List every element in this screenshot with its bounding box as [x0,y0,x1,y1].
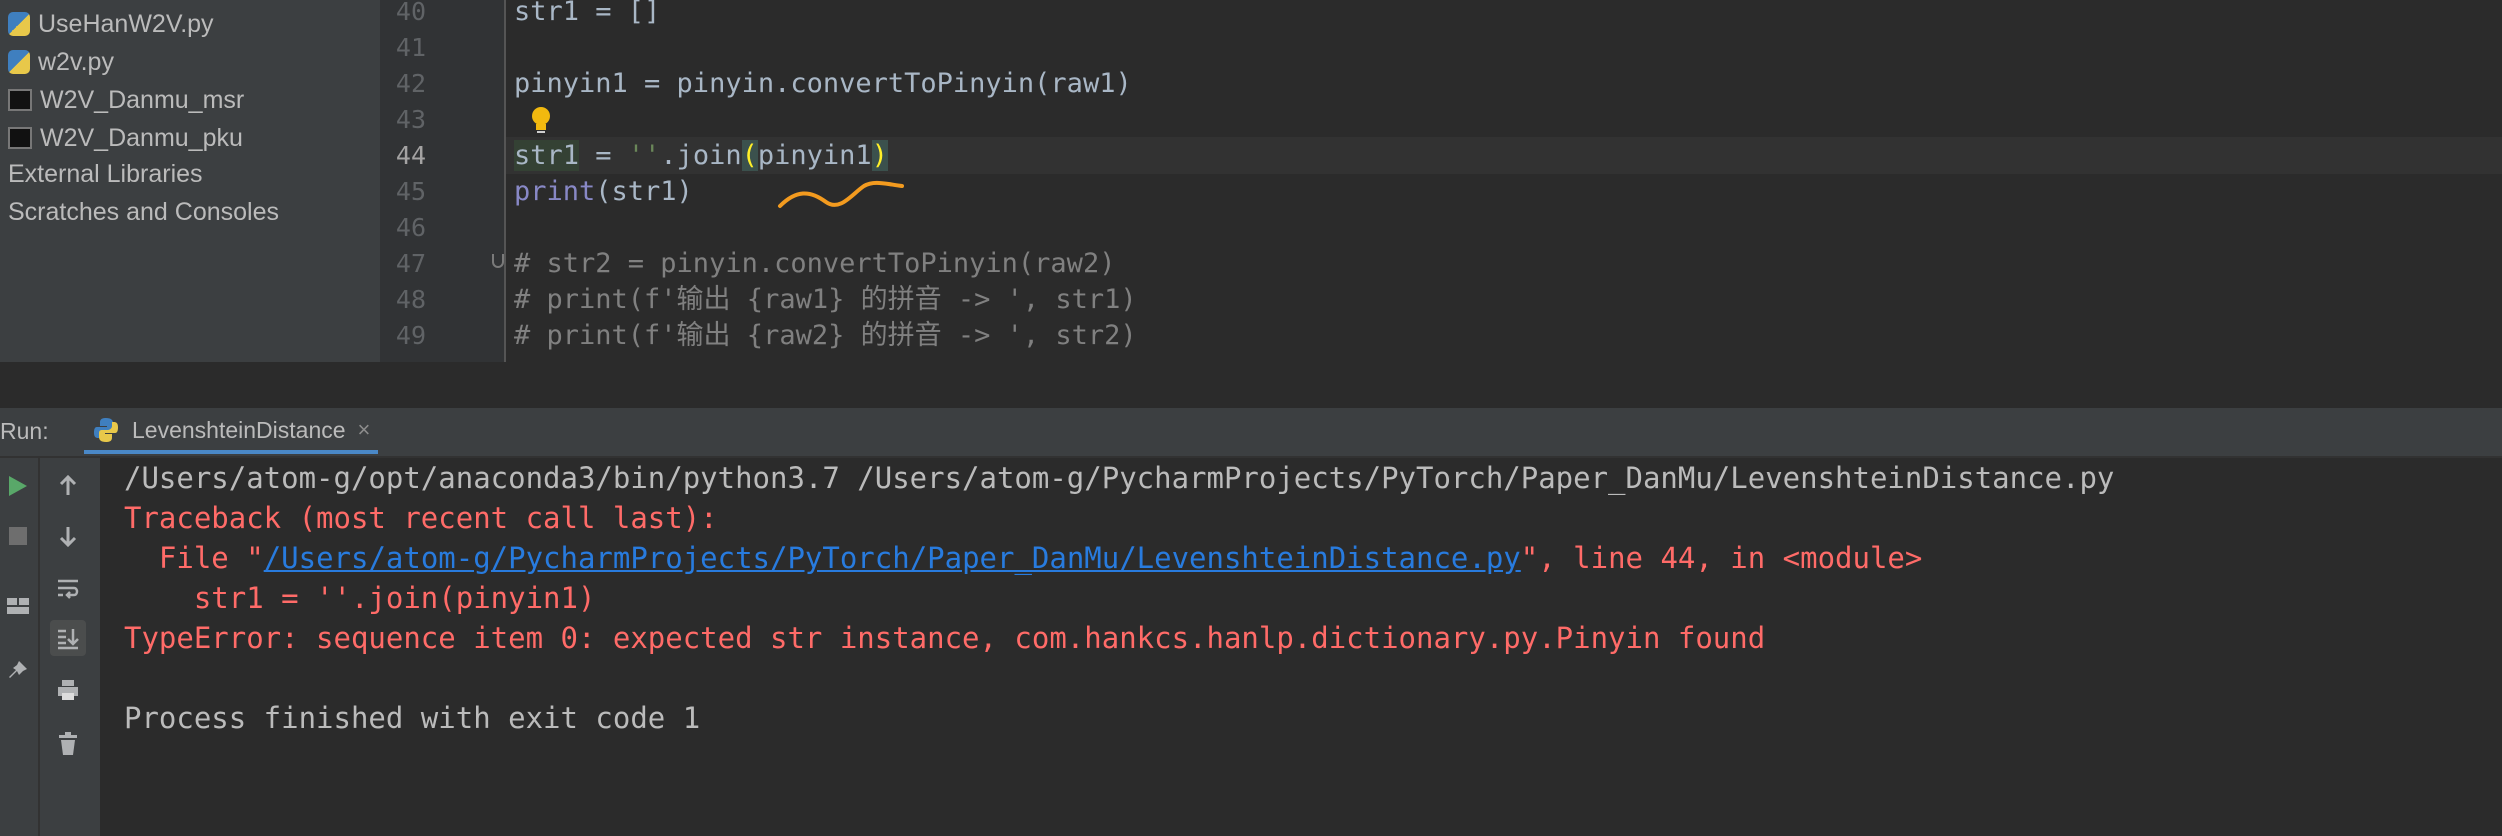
tree-item-w2v-danmu-msr[interactable]: W2V_Danmu_msr [8,81,244,119]
soft-wrap-icon[interactable] [50,570,86,606]
line-number: 45 [395,177,426,206]
tree-item-label: Scratches and Consoles [8,197,279,226]
run-label: Run: [0,418,49,444]
tree-item-external-libraries[interactable]: External Libraries [8,155,203,193]
tree-item-label: W2V_Danmu_msr [40,85,245,114]
run-icon[interactable] [0,468,36,504]
tree-item-label: UseHanW2V.py [38,9,214,38]
code-line-47: # str2 = pinyin.convertToPinyin(raw2) [514,248,1116,279]
tree-item-scratches[interactable]: Scratches and Consoles [8,193,279,231]
file-prefix: File " [124,541,264,575]
run-tool-strip [0,458,100,836]
tree-item-label: External Libraries [8,159,203,188]
arrow-up-icon[interactable] [50,468,86,504]
python-file-icon [94,418,118,442]
close-icon[interactable]: × [358,417,371,443]
console-exit-message: Process finished with exit code 1 [124,701,701,735]
line-number: 41 [395,33,426,62]
tool-separator [38,458,40,836]
console-traceback-header: Traceback (most recent call last): [124,501,718,535]
fold-icon[interactable] [492,254,504,268]
line-number-active: 44 [395,141,426,170]
code-line-44: str1 = ''.join(pinyin1) [514,140,888,171]
lightbulb-icon[interactable] [530,106,552,134]
tree-item-w2v-danmu-pku[interactable]: W2V_Danmu_pku [8,119,243,157]
tree-item-label: W2V_Danmu_pku [40,123,243,152]
arrow-down-icon[interactable] [50,518,86,554]
run-console[interactable]: /Users/atom-g/opt/anaconda3/bin/python3.… [100,458,2502,836]
line-number: 40 [395,0,426,26]
console-command-line: /Users/atom-g/opt/anaconda3/bin/python3.… [124,461,2115,495]
file-suffix: ", line 44, in <module> [1520,541,1923,575]
code-line-49: # print(f'输出 {raw2} 的拼音 -> ', str2) [514,320,1137,351]
pin-icon[interactable] [0,652,36,688]
tree-item-w2v[interactable]: w2v.py [8,43,114,81]
directory-icon [8,127,32,149]
code-editor[interactable]: 40 41 42 43 44 45 46 47 48 49 str1 = [] … [380,0,2502,362]
trash-icon[interactable] [50,726,86,762]
gutter-separator [504,0,506,362]
file-path-link[interactable]: /Users/atom-g/PycharmProjects/PyTorch/Pa… [264,541,1521,575]
run-tab-levenshtein[interactable]: LevenshteinDistance × [84,410,379,454]
line-number: 43 [395,105,426,134]
code-line-40: str1 = [] [514,0,661,27]
scroll-to-end-icon[interactable] [50,620,86,656]
python-file-icon [8,12,30,36]
print-icon[interactable] [50,672,86,708]
layout-icon[interactable] [0,588,36,624]
line-number: 47 [395,249,426,278]
project-tree: UseHanW2V.py w2v.py W2V_Danmu_msr W2V_Da… [0,0,380,362]
tree-item-usehanw2v[interactable]: UseHanW2V.py [8,5,214,43]
python-file-icon [8,50,30,74]
run-toolbar: Run: LevenshteinDistance × [0,408,2502,458]
run-tab-label: LevenshteinDistance [132,416,346,443]
console-error-line: TypeError: sequence item 0: expected str… [124,621,1766,655]
stop-icon[interactable] [0,518,36,554]
code-line-42: pinyin1 = pinyin.convertToPinyin(raw1) [514,68,1132,99]
code-line-48: # print(f'输出 {raw1} 的拼音 -> ', str1) [514,284,1137,315]
line-number: 46 [395,213,426,242]
line-number: 48 [395,285,426,314]
line-number: 42 [395,69,426,98]
tree-item-label: w2v.py [38,47,114,76]
console-code-line: str1 = ''.join(pinyin1) [124,581,596,615]
code-line-45: print(str1) [514,176,693,207]
line-number: 49 [395,321,426,350]
directory-icon [8,89,32,111]
annotation-scribble [778,180,904,208]
console-file-line: File "/Users/atom-g/PycharmProjects/PyTo… [124,538,1922,578]
